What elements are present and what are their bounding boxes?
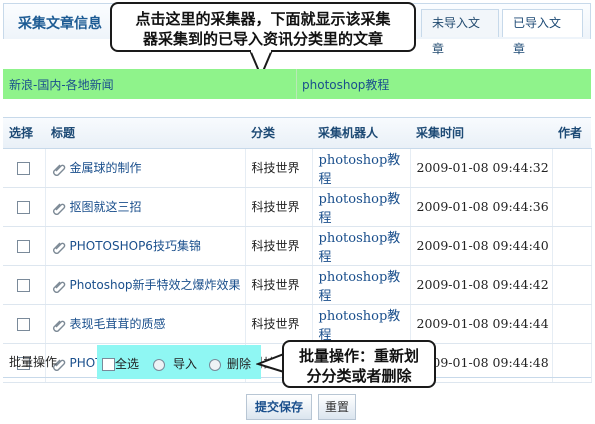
article-author xyxy=(552,226,592,266)
paperclip-icon xyxy=(52,203,65,215)
annotation-callout-batch: 批量操作：重新划 分分类或者删除 xyxy=(282,340,436,388)
article-time: 2009-01-08 09:44:36 xyxy=(410,187,553,227)
divider xyxy=(296,69,297,99)
article-category: 科技世界 xyxy=(245,187,313,227)
header-time: 采集时间 xyxy=(410,118,552,149)
article-robot[interactable]: photoshop教程 xyxy=(312,304,411,344)
article-title-text[interactable]: 金属球的制作 xyxy=(70,161,142,175)
article-category: 科技世界 xyxy=(245,304,313,344)
header-author: 作者 xyxy=(552,118,591,149)
article-category: 科技世界 xyxy=(245,148,313,188)
table-row[interactable]: PHOTOSHOP6技巧集锦 科技世界 photoshop教程 2009-01-08 … xyxy=(3,226,592,266)
callout-line: 点击这里的采集器，下面就显示该采集 xyxy=(135,10,391,28)
article-time: 2009-01-08 09:44:44 xyxy=(410,304,553,344)
reset-button[interactable]: 重置 xyxy=(318,394,356,420)
table-row[interactable]: Photoshop新手特效之爆炸效果 科技世界 photoshop教程 2009-01… xyxy=(3,265,592,305)
import-radio[interactable] xyxy=(153,358,165,371)
tab-unimported-articles[interactable]: 未导入文章 xyxy=(421,9,499,56)
select-all-option[interactable]: 全选 xyxy=(102,355,139,372)
row-checkbox[interactable] xyxy=(17,200,31,214)
header-category: 分类 xyxy=(245,118,312,149)
import-label: 导入 xyxy=(173,357,198,371)
table-row[interactable]: 金属球的制作 科技世界 photoshop教程 2009-01-08 09:44:32 xyxy=(3,148,592,188)
batch-options-panel: 全选 导入 删除 xyxy=(97,345,261,379)
article-robot[interactable]: photoshop教程 xyxy=(312,226,411,266)
article-title[interactable]: Photoshop新手特效之爆炸效果 xyxy=(45,265,246,305)
import-option[interactable]: 导入 xyxy=(153,355,197,372)
row-select-cell xyxy=(3,148,46,188)
header-select: 选择 xyxy=(3,118,45,149)
article-title-text[interactable]: 抠图就这三招 xyxy=(70,200,142,214)
collector-category-link[interactable]: 新浪-国内-各地新闻 xyxy=(9,76,114,93)
article-author xyxy=(552,304,592,344)
paperclip-icon xyxy=(52,281,65,293)
tab-imported-articles[interactable]: 已导入文章 xyxy=(502,9,583,56)
table-header-row: 选择 标题 分类 采集机器人 采集时间 作者 xyxy=(3,118,591,149)
annotation-callout-top: 点击这里的采集器，下面就显示该采集 器采集到的已导入资讯分类里的文章 xyxy=(110,2,416,52)
article-title[interactable]: 金属球的制作 xyxy=(45,148,246,188)
header-robot: 采集机器人 xyxy=(312,118,410,149)
row-checkbox[interactable] xyxy=(17,161,31,175)
paperclip-icon xyxy=(52,242,65,254)
article-title-text[interactable]: 表现毛茸茸的质感 xyxy=(70,317,166,331)
article-robot[interactable]: photoshop教程 xyxy=(312,148,411,188)
table-row[interactable]: 表现毛茸茸的质感 科技世界 photoshop教程 2009-01-08 09:44:… xyxy=(3,304,592,344)
article-title[interactable]: 抠图就这三招 xyxy=(45,187,246,227)
row-checkbox[interactable] xyxy=(17,278,31,292)
article-title-text[interactable]: Photoshop新手特效之爆炸效果 xyxy=(70,278,241,292)
article-time: 2009-01-08 09:44:32 xyxy=(410,148,553,188)
row-select-cell xyxy=(3,226,46,266)
article-category: 科技世界 xyxy=(245,226,313,266)
table-row[interactable]: 抠图就这三招 科技世界 photoshop教程 2009-01-08 09:44:36 xyxy=(3,187,592,227)
row-select-cell xyxy=(3,187,46,227)
article-category: 科技世界 xyxy=(245,265,313,305)
callout-line: 器采集到的已导入资讯分类里的文章 xyxy=(142,30,383,48)
collector-robot-link[interactable]: photoshop教程 xyxy=(302,76,389,93)
delete-option[interactable]: 删除 xyxy=(209,355,251,372)
row-select-cell xyxy=(3,265,46,305)
article-robot[interactable]: photoshop教程 xyxy=(312,265,411,305)
article-robot[interactable]: photoshop教程 xyxy=(312,187,411,227)
collector-row[interactable]: 新浪-国内-各地新闻 photoshop教程 xyxy=(3,69,591,99)
submit-save-button[interactable]: 提交保存 xyxy=(246,394,312,420)
delete-label: 删除 xyxy=(227,357,252,371)
paperclip-icon xyxy=(52,164,65,176)
article-author xyxy=(552,265,592,305)
row-select-cell xyxy=(3,304,46,344)
article-time: 2009-01-08 09:44:40 xyxy=(410,226,553,266)
article-title[interactable]: 表现毛茸茸的质感 xyxy=(45,304,246,344)
batch-label: 批量操作 xyxy=(9,355,58,369)
page-title: 采集文章信息 xyxy=(18,16,102,32)
article-title-text[interactable]: PHOTOSHOP6技巧集锦 xyxy=(70,239,201,253)
row-checkbox[interactable] xyxy=(17,317,31,331)
row-checkbox[interactable] xyxy=(17,239,31,253)
paperclip-icon xyxy=(52,320,65,332)
article-author xyxy=(552,148,592,188)
callout-line: 批量操作：重新划 xyxy=(298,347,419,365)
article-title[interactable]: PHOTOSHOP6技巧集锦 xyxy=(45,226,246,266)
select-all-checkbox[interactable] xyxy=(102,358,115,371)
header-title: 标题 xyxy=(45,118,245,149)
delete-radio[interactable] xyxy=(209,358,221,371)
callout-line: 分分类或者删除 xyxy=(306,367,412,385)
article-author xyxy=(552,187,592,227)
article-time: 2009-01-08 09:44:42 xyxy=(410,265,553,305)
select-all-label: 全选 xyxy=(115,357,140,371)
